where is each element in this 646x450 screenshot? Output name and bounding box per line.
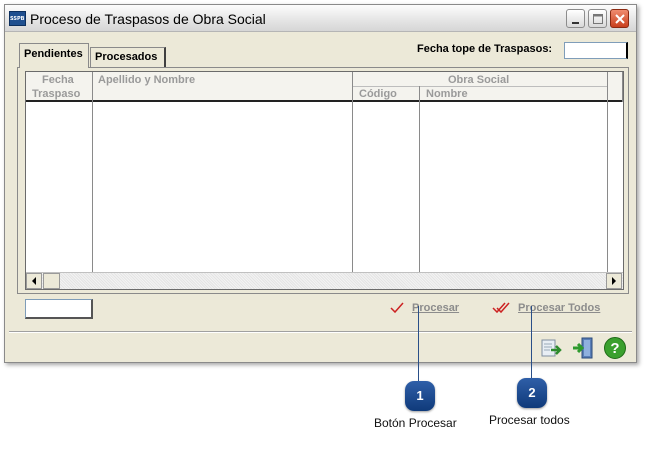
procesar-button[interactable]: Procesar [390,302,459,314]
column-divider [622,72,623,102]
fecha-tope-input[interactable] [564,42,628,59]
check-icon [390,302,404,314]
callout-line-1 [418,306,419,381]
footer-separator [9,331,632,333]
arrow-right-icon [612,277,616,285]
scrollbar-thumb[interactable] [43,273,60,289]
record-count-box [25,299,93,319]
maximize-button[interactable] [588,9,607,28]
scroll-left-button[interactable] [26,273,42,289]
header-traspaso[interactable]: Traspaso [32,88,80,100]
svg-text:?: ? [610,340,619,357]
arrow-left-icon [32,277,36,285]
callout-badge-1: 1 [405,381,435,411]
column-divider [607,72,608,272]
header-codigo[interactable]: Código [359,88,397,100]
column-divider [419,86,420,272]
main-window: SSPBN Proceso de Traspasos de Obra Socia… [4,4,637,363]
minimize-button[interactable] [566,9,585,28]
minimize-icon [572,22,579,24]
procesar-todos-button[interactable]: Procesar Todos [492,302,600,314]
column-divider [352,72,353,272]
header-apellido-nombre[interactable]: Apellido y Nombre [98,74,195,86]
callout-caption-1: Botón Procesar [374,416,457,430]
traspasos-grid[interactable]: Fecha Traspaso Apellido y Nombre Obra So… [25,71,624,290]
header-fecha[interactable]: Fecha [42,74,74,86]
header-nombre[interactable]: Nombre [426,88,468,100]
procesar-label: Procesar [412,302,460,314]
close-button[interactable] [610,9,629,28]
column-divider [92,72,93,272]
title-bar[interactable]: SSPBN Proceso de Traspasos de Obra Socia… [5,5,636,32]
export-icon[interactable] [539,336,563,360]
header-obra-social[interactable]: Obra Social [448,74,509,86]
close-icon [615,14,625,24]
callout-line-2 [531,306,532,379]
exit-door-icon[interactable] [571,336,595,360]
window-title: Proceso de Traspasos de Obra Social [30,11,266,27]
tab-pendientes[interactable]: Pendientes [19,43,89,68]
callout-badge-2: 2 [517,378,547,408]
help-icon[interactable]: ? [603,336,627,360]
double-check-icon [492,302,510,314]
maximize-icon [593,14,603,24]
scroll-right-button[interactable] [606,273,622,289]
horizontal-scrollbar[interactable] [26,272,623,289]
fecha-tope-label: Fecha tope de Traspasos: [417,43,553,55]
app-icon: SSPBN [9,11,26,26]
callout-caption-2: Procesar todos [489,413,570,427]
tab-procesados[interactable]: Procesados [90,47,166,67]
